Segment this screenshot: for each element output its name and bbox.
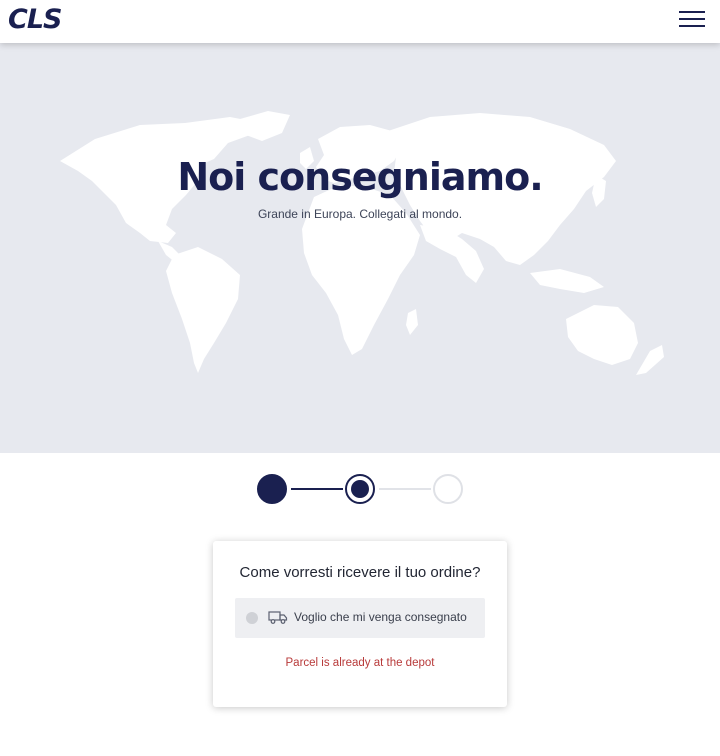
truck-icon xyxy=(268,611,288,624)
progress-stepper xyxy=(257,474,467,506)
world-map-illustration xyxy=(60,111,664,375)
step-2-current xyxy=(345,474,375,504)
step-1-completed xyxy=(257,474,287,504)
cls-logo[interactable]: CLS xyxy=(8,6,62,34)
step-connector-2 xyxy=(379,488,431,490)
step-connector-1 xyxy=(291,488,343,490)
error-message: Parcel is already at the depot xyxy=(285,657,435,669)
step-3-upcoming xyxy=(433,474,463,504)
delivery-question: Come vorresti ricevere il tuo ordine? xyxy=(239,564,481,581)
hero-title: Noi consegniamo. xyxy=(177,155,543,199)
hero-banner: Noi consegniamo. Grande in Europa. Colle… xyxy=(0,43,720,453)
home-delivery-label: Voglio che mi venga consegnato xyxy=(294,610,467,624)
delivery-options-card: Come vorresti ricevere il tuo ordine? Vo… xyxy=(213,541,507,707)
hero-subtitle: Grande in Europa. Collegati al mondo. xyxy=(257,207,463,221)
hamburger-menu-icon[interactable] xyxy=(677,9,707,31)
top-header: CLS xyxy=(0,0,720,43)
home-delivery-option[interactable]: Voglio che mi venga consegnato xyxy=(235,598,485,638)
option-radio[interactable] xyxy=(246,612,258,624)
current-step-dot xyxy=(351,480,369,498)
